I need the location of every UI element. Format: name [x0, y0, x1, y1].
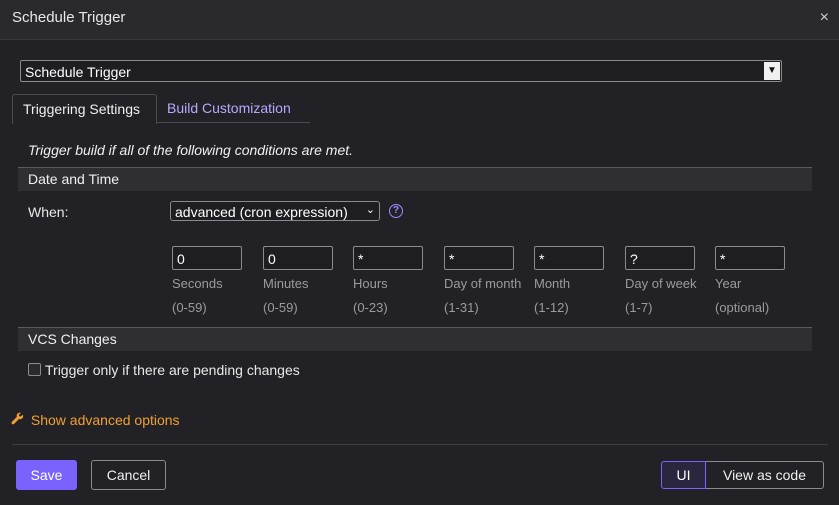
- section-vcs-title: VCS Changes: [28, 331, 117, 347]
- vcs-pending-changes-checkbox[interactable]: [28, 363, 41, 376]
- cron-day-of-month-range: (1-31): [444, 300, 479, 315]
- cancel-button[interactable]: Cancel: [91, 460, 166, 490]
- intro-text: Trigger build if all of the following co…: [28, 142, 354, 158]
- show-advanced-options-label: Show advanced options: [30, 412, 180, 428]
- chevron-down-icon: ⌄: [365, 204, 375, 216]
- view-ui-button[interactable]: UI: [661, 461, 706, 489]
- trigger-type-select[interactable]: Schedule Trigger ▼: [20, 60, 782, 82]
- cron-minutes-input[interactable]: 0: [263, 246, 333, 270]
- dialog-title: Schedule Trigger: [12, 9, 126, 26]
- cron-year-input[interactable]: *: [715, 246, 785, 270]
- trigger-type-value: Schedule Trigger: [25, 64, 131, 80]
- cron-hours-label: Hours: [353, 276, 388, 291]
- cron-seconds-label: Seconds: [172, 276, 223, 291]
- cron-day-of-month-label: Day of month: [444, 276, 522, 291]
- when-label: When:: [28, 204, 69, 220]
- view-as-code-button[interactable]: View as code: [706, 461, 824, 489]
- cron-day-of-month-input[interactable]: *: [444, 246, 514, 270]
- cron-hours-range: (0-23): [353, 300, 388, 315]
- cron-year-label: Year: [715, 276, 742, 291]
- section-date-time: Date and Time: [18, 167, 812, 191]
- vcs-pending-changes-label[interactable]: Trigger only if there are pending change…: [45, 362, 300, 378]
- cron-month-range: (1-12): [534, 300, 569, 315]
- close-icon[interactable]: ×: [820, 9, 829, 27]
- cron-seconds: 0 Seconds (0-59): [172, 246, 244, 318]
- cron-day-of-week-label: Day of week: [625, 276, 697, 291]
- cron-year: * Year (optional): [715, 246, 787, 318]
- cron-month: * Month (1-12): [534, 246, 606, 318]
- cron-day-of-week-input[interactable]: ?: [625, 246, 695, 270]
- cron-seconds-input[interactable]: 0: [172, 246, 242, 270]
- cron-hours: * Hours (0-23): [353, 246, 425, 318]
- tab-triggering-settings[interactable]: Triggering Settings: [12, 94, 157, 124]
- tab-build-customization[interactable]: Build Customization: [157, 94, 301, 123]
- cron-year-range: (optional): [715, 300, 770, 315]
- cron-minutes-range: (0-59): [263, 300, 298, 315]
- cron-day-of-week: ? Day of week (1-7): [625, 246, 697, 318]
- help-icon[interactable]: ?: [389, 204, 403, 218]
- wrench-icon: [11, 412, 27, 428]
- tab-divider: [157, 122, 310, 123]
- when-select[interactable]: advanced (cron expression) ⌄: [170, 201, 380, 221]
- dialog-titlebar: Schedule Trigger ×: [0, 0, 839, 40]
- show-advanced-options-link[interactable]: Show advanced options: [11, 412, 180, 428]
- cron-minutes-label: Minutes: [263, 276, 309, 291]
- cron-seconds-range: (0-59): [172, 300, 207, 315]
- cron-minutes: 0 Minutes (0-59): [263, 246, 335, 318]
- chevron-down-icon[interactable]: ▼: [764, 62, 780, 80]
- cron-month-input[interactable]: *: [534, 246, 604, 270]
- footer-divider: [12, 444, 828, 445]
- section-date-time-title: Date and Time: [28, 171, 120, 187]
- when-select-value: advanced (cron expression): [175, 204, 348, 220]
- save-button[interactable]: Save: [16, 460, 77, 490]
- cron-hours-input[interactable]: *: [353, 246, 423, 270]
- cron-day-of-week-range: (1-7): [625, 300, 653, 315]
- cron-day-of-month: * Day of month (1-31): [444, 246, 522, 318]
- section-vcs-changes: VCS Changes: [18, 327, 812, 351]
- cron-month-label: Month: [534, 276, 571, 291]
